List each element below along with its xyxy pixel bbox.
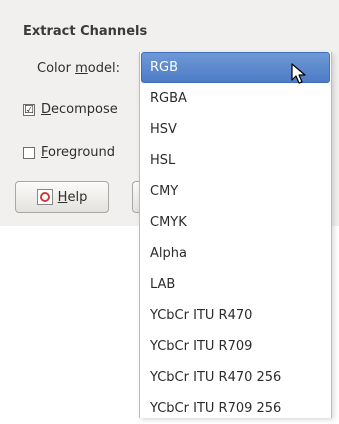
foreground-checkbox-row[interactable]: Foreground	[23, 145, 115, 160]
menu-item-cmy[interactable]: CMY	[140, 176, 331, 207]
menu-item-ycbcr-r470[interactable]: YCbCr ITU R470	[140, 300, 331, 331]
menu-item-cmyk[interactable]: CMYK	[140, 207, 331, 238]
help-ring-icon	[39, 192, 50, 202]
color-model-dropdown-menu[interactable]: RGB RGBA HSV HSL CMY CMYK Alpha LAB YCbC…	[139, 52, 332, 418]
help-button[interactable]: Help	[15, 181, 109, 213]
decompose-mnemonic: D	[41, 102, 52, 117]
menu-item-hsv[interactable]: HSV	[140, 114, 331, 145]
decompose-label: Decompose	[41, 102, 118, 117]
help-label-rest: elp	[67, 189, 88, 205]
menu-item-hsl[interactable]: HSL	[140, 145, 331, 176]
help-mnemonic: H	[57, 189, 68, 205]
color-model-label-after: odel:	[87, 61, 120, 76]
decompose-label-rest: ecompose	[51, 102, 118, 117]
menu-item-ycbcr-r709-256[interactable]: YCbCr ITU R709 256	[140, 393, 331, 424]
foreground-mnemonic: F	[41, 145, 49, 160]
mouse-pointer-icon	[291, 63, 306, 84]
decompose-checkbox[interactable]: ☑	[23, 102, 35, 116]
help-icon	[36, 189, 53, 205]
menu-item-ycbcr-r709[interactable]: YCbCr ITU R709	[140, 331, 331, 362]
menu-item-ycbcr-r470-256[interactable]: YCbCr ITU R470 256	[140, 362, 331, 393]
decompose-checkbox-row[interactable]: ☑ Decompose	[23, 102, 118, 117]
help-button-label: Help	[58, 190, 88, 205]
menu-item-alpha[interactable]: Alpha	[140, 238, 331, 269]
foreground-label-rest: oreground	[48, 145, 116, 160]
foreground-checkbox[interactable]	[23, 146, 35, 159]
menu-item-lab[interactable]: LAB	[140, 269, 331, 300]
check-mark-icon: ☑	[24, 102, 34, 116]
section-title: Extract Channels	[23, 24, 148, 39]
foreground-label: Foreground	[41, 145, 115, 160]
color-model-label-mnemonic: m	[75, 61, 88, 76]
menu-item-rgba[interactable]: RGBA	[140, 83, 331, 114]
color-model-label-before: Color	[37, 61, 76, 76]
color-model-label: Color model:	[37, 61, 120, 76]
